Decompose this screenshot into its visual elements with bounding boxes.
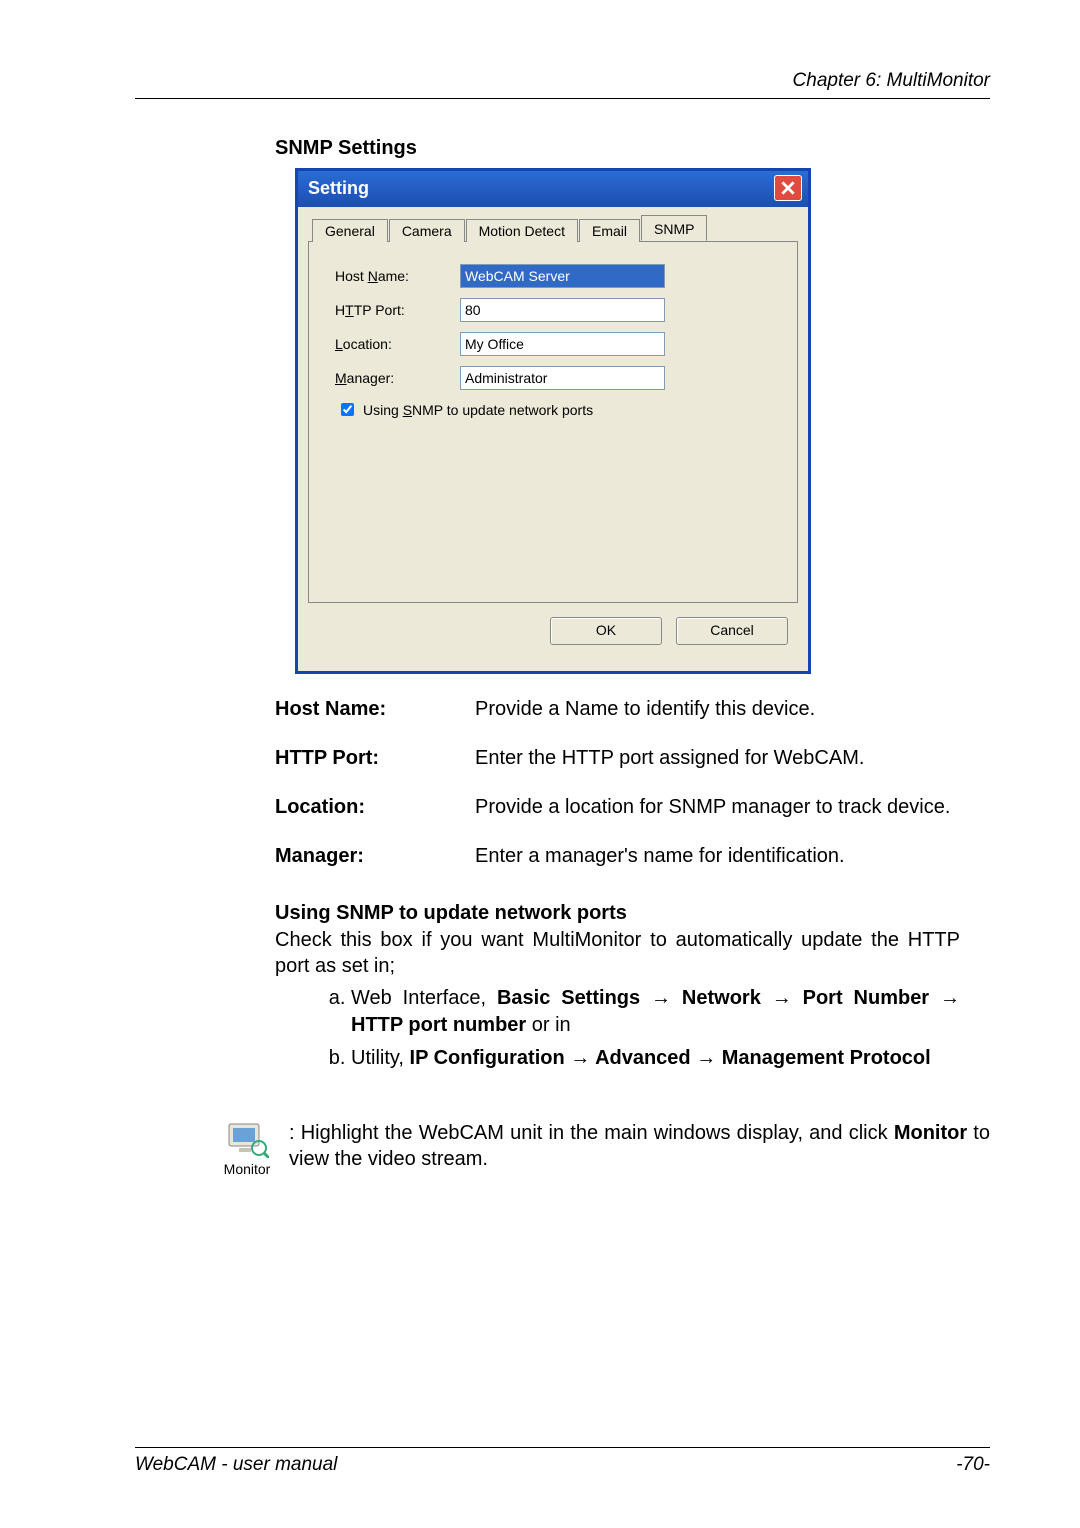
monitor-icon-block: Monitor [215, 1120, 279, 1178]
path-b-bold: IP Configuration → Advanced → Management… [410, 1047, 931, 1069]
label-host-name: Host Name: [335, 268, 460, 284]
chapter-header: Chapter 6: MultiMonitor [135, 70, 990, 99]
tab-camera[interactable]: Camera [389, 219, 465, 242]
path-item-a: Web Interface, Basic Settings → Network … [351, 985, 990, 1039]
monitor-prefix: : Highlight the WebCAM unit in the main … [289, 1122, 894, 1144]
accesskey-snmp: S [403, 402, 412, 418]
def-desc: Enter a manager's name for identificatio… [475, 843, 960, 870]
settings-dialog: Setting General Camera Motion Detect Ema… [295, 168, 811, 674]
page-footer: WebCAM - user manual -70- [135, 1447, 990, 1476]
def-desc: Provide a location for SNMP manager to t… [475, 794, 960, 821]
checkbox-snmp-update[interactable] [341, 403, 354, 416]
dialog-button-row: OK Cancel [308, 617, 788, 645]
def-desc: Provide a Name to identify this device. [475, 696, 960, 723]
cancel-button[interactable]: Cancel [676, 617, 788, 645]
subheading-snmp-update: Using SNMP to update network ports [275, 902, 990, 925]
tab-email[interactable]: Email [579, 219, 640, 242]
path-list: Web Interface, Basic Settings → Network … [315, 985, 990, 1072]
close-button[interactable] [774, 175, 802, 201]
definitions: Host Name: Provide a Name to identify th… [275, 696, 960, 870]
def-http-port: HTTP Port: Enter the HTTP port assigned … [275, 745, 960, 772]
accesskey-location: L [335, 336, 343, 352]
dialog-body: General Camera Motion Detect Email SNMP … [298, 207, 808, 671]
dialog-titlebar: Setting [298, 171, 808, 207]
def-term: Location: [275, 794, 475, 821]
ok-button[interactable]: OK [550, 617, 662, 645]
input-location[interactable] [460, 332, 665, 356]
monitor-row: Monitor : Highlight the WebCAM unit in t… [215, 1120, 990, 1178]
monitor-icon-label: Monitor [215, 1160, 279, 1178]
tab-snmp[interactable]: SNMP [641, 215, 707, 241]
checkbox-label: Using SNMP to update network ports [363, 402, 593, 418]
section-title: SNMP Settings [275, 137, 990, 160]
monitor-bold: Monitor [894, 1122, 967, 1144]
path-a-prefix: Web Interface, [351, 987, 497, 1009]
tab-pane-snmp: Host Name: HTTP Port: Location: Manager: [308, 241, 798, 603]
def-term: HTTP Port: [275, 745, 475, 772]
monitor-text: : Highlight the WebCAM unit in the main … [289, 1120, 990, 1172]
footer-left: WebCAM - user manual [135, 1454, 337, 1476]
footer-right: -70- [956, 1454, 990, 1476]
row-location: Location: [335, 332, 777, 356]
input-manager[interactable] [460, 366, 665, 390]
monitor-icon [225, 1120, 269, 1158]
accesskey-manager: M [335, 370, 347, 386]
row-manager: Manager: [335, 366, 777, 390]
path-item-b: Utility, IP Configuration → Advanced → M… [351, 1045, 990, 1072]
row-host-name: Host Name: [335, 264, 777, 288]
input-http-port[interactable] [460, 298, 665, 322]
def-location: Location: Provide a location for SNMP ma… [275, 794, 960, 821]
label-http-port: HTTP Port: [335, 302, 460, 318]
def-desc: Enter the HTTP port assigned for WebCAM. [475, 745, 960, 772]
def-term: Manager: [275, 843, 475, 870]
dialog-title: Setting [308, 178, 369, 199]
def-manager: Manager: Enter a manager's name for iden… [275, 843, 960, 870]
row-snmp-checkbox: Using SNMP to update network ports [337, 400, 777, 419]
label-manager: Manager: [335, 370, 460, 386]
accesskey-http: T [345, 302, 354, 318]
accesskey-host: N [368, 268, 378, 284]
label-location: Location: [335, 336, 460, 352]
def-term: Host Name: [275, 696, 475, 723]
snmp-intro-text: Check this box if you want MultiMonitor … [275, 927, 960, 979]
row-http-port: HTTP Port: [335, 298, 777, 322]
tab-motion-detect[interactable]: Motion Detect [466, 219, 578, 242]
close-icon [781, 181, 795, 195]
path-b-prefix: Utility, [351, 1047, 410, 1069]
tab-general[interactable]: General [312, 219, 388, 242]
input-host-name[interactable] [460, 264, 665, 288]
path-a-suffix: or in [526, 1014, 570, 1036]
def-host-name: Host Name: Provide a Name to identify th… [275, 696, 960, 723]
tab-bar: General Camera Motion Detect Email SNMP [312, 215, 798, 241]
